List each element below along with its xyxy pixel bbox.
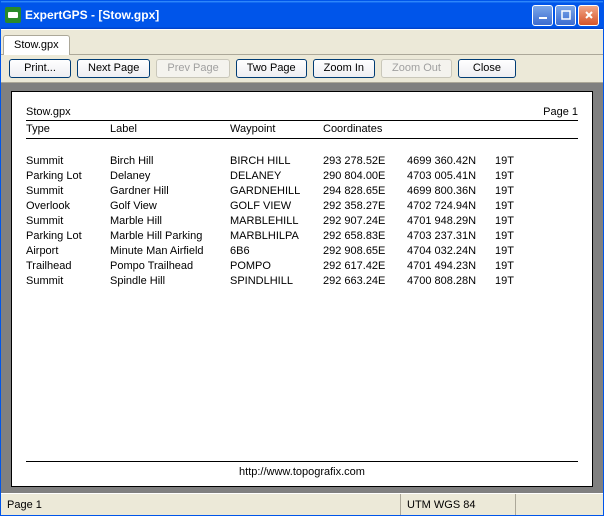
table-row: OverlookGolf ViewGOLF VIEW292 358.27E470…	[26, 198, 578, 213]
cell-label: Golf View	[110, 200, 230, 212]
cell-label: Pompo Trailhead	[110, 260, 230, 272]
prev-page-button: Prev Page	[156, 59, 229, 78]
cell-coord: 290 804.00E4703 005.41N19T	[323, 170, 578, 182]
statusbar: Page 1 UTM WGS 84	[1, 493, 603, 515]
page-preview: Stow.gpx Page 1 Type Label Waypoint Coor…	[11, 91, 593, 487]
next-page-button[interactable]: Next Page	[77, 59, 150, 78]
cell-coord: 292 658.83E4703 237.31N19T	[323, 230, 578, 242]
status-page: Page 1	[1, 494, 401, 515]
cell-type: Parking Lot	[26, 170, 110, 182]
cell-waypoint: MARBLHILPA	[230, 230, 323, 242]
cell-waypoint: BIRCH HILL	[230, 155, 323, 167]
cell-waypoint: GOLF VIEW	[230, 200, 323, 212]
cell-type: Summit	[26, 155, 110, 167]
cell-coord: 292 358.27E4702 724.94N19T	[323, 200, 578, 212]
preview-area: Stow.gpx Page 1 Type Label Waypoint Coor…	[1, 83, 603, 493]
cell-coord: 292 617.42E4701 494.23N19T	[323, 260, 578, 272]
zoom-in-button[interactable]: Zoom In	[313, 59, 375, 78]
status-datum: UTM WGS 84	[401, 494, 516, 515]
cell-waypoint: POMPO	[230, 260, 323, 272]
table-row: SummitGardner HillGARDNEHILL294 828.65E4…	[26, 183, 578, 198]
cell-type: Summit	[26, 275, 110, 287]
cell-waypoint: MARBLEHILL	[230, 215, 323, 227]
table-row: TrailheadPompo TrailheadPOMPO292 617.42E…	[26, 258, 578, 273]
col-header-waypoint: Waypoint	[230, 123, 323, 135]
minimize-button[interactable]	[532, 5, 553, 26]
cell-waypoint: SPINDLHILL	[230, 275, 323, 287]
table-row: Parking LotDelaneyDELANEY290 804.00E4703…	[26, 168, 578, 183]
cell-type: Summit	[26, 215, 110, 227]
col-header-type: Type	[26, 123, 110, 135]
cell-label: Gardner Hill	[110, 185, 230, 197]
window-title: ExpertGPS - [Stow.gpx]	[25, 8, 159, 22]
doc-page-label: Page 1	[543, 106, 578, 118]
two-page-button[interactable]: Two Page	[236, 59, 307, 78]
cell-label: Birch Hill	[110, 155, 230, 167]
app-icon	[5, 7, 21, 23]
cell-type: Overlook	[26, 200, 110, 212]
cell-waypoint: GARDNEHILL	[230, 185, 323, 197]
cell-type: Airport	[26, 245, 110, 257]
cell-type: Parking Lot	[26, 230, 110, 242]
print-button[interactable]: Print...	[9, 59, 71, 78]
cell-coord: 292 907.24E4701 948.29N19T	[323, 215, 578, 227]
cell-label: Spindle Hill	[110, 275, 230, 287]
cell-coord: 292 908.65E4704 032.24N19T	[323, 245, 578, 257]
tab-file[interactable]: Stow.gpx	[3, 35, 70, 55]
cell-type: Summit	[26, 185, 110, 197]
close-window-button[interactable]	[578, 5, 599, 26]
table-row: SummitBirch HillBIRCH HILL293 278.52E469…	[26, 153, 578, 168]
cell-coord: 292 663.24E4700 808.28N19T	[323, 275, 578, 287]
cell-label: Minute Man Airfield	[110, 245, 230, 257]
table-row: SummitSpindle HillSPINDLHILL292 663.24E4…	[26, 273, 578, 288]
close-preview-button[interactable]: Close	[458, 59, 516, 78]
app-window: ExpertGPS - [Stow.gpx] Stow.gpx Print...…	[0, 0, 604, 516]
tab-strip: Stow.gpx	[1, 29, 603, 55]
titlebar[interactable]: ExpertGPS - [Stow.gpx]	[1, 1, 603, 29]
cell-label: Marble Hill	[110, 215, 230, 227]
table-row: AirportMinute Man Airfield6B6292 908.65E…	[26, 243, 578, 258]
cell-waypoint: DELANEY	[230, 170, 323, 182]
cell-coord: 294 828.65E4699 800.36N19T	[323, 185, 578, 197]
cell-coord: 293 278.52E4699 360.42N19T	[323, 155, 578, 167]
doc-filename: Stow.gpx	[26, 106, 71, 118]
col-header-coord: Coordinates	[323, 123, 578, 135]
table-row: Parking LotMarble Hill ParkingMARBLHILPA…	[26, 228, 578, 243]
col-header-label: Label	[110, 123, 230, 135]
zoom-out-button: Zoom Out	[381, 59, 452, 78]
toolbar: Print... Next Page Prev Page Two Page Zo…	[1, 55, 603, 83]
cell-label: Delaney	[110, 170, 230, 182]
cell-type: Trailhead	[26, 260, 110, 272]
footer-url: http://www.topografix.com	[26, 461, 578, 480]
data-rows: SummitBirch HillBIRCH HILL293 278.52E469…	[26, 139, 578, 461]
maximize-button[interactable]	[555, 5, 576, 26]
cell-waypoint: 6B6	[230, 245, 323, 257]
table-row: SummitMarble HillMARBLEHILL292 907.24E47…	[26, 213, 578, 228]
cell-label: Marble Hill Parking	[110, 230, 230, 242]
